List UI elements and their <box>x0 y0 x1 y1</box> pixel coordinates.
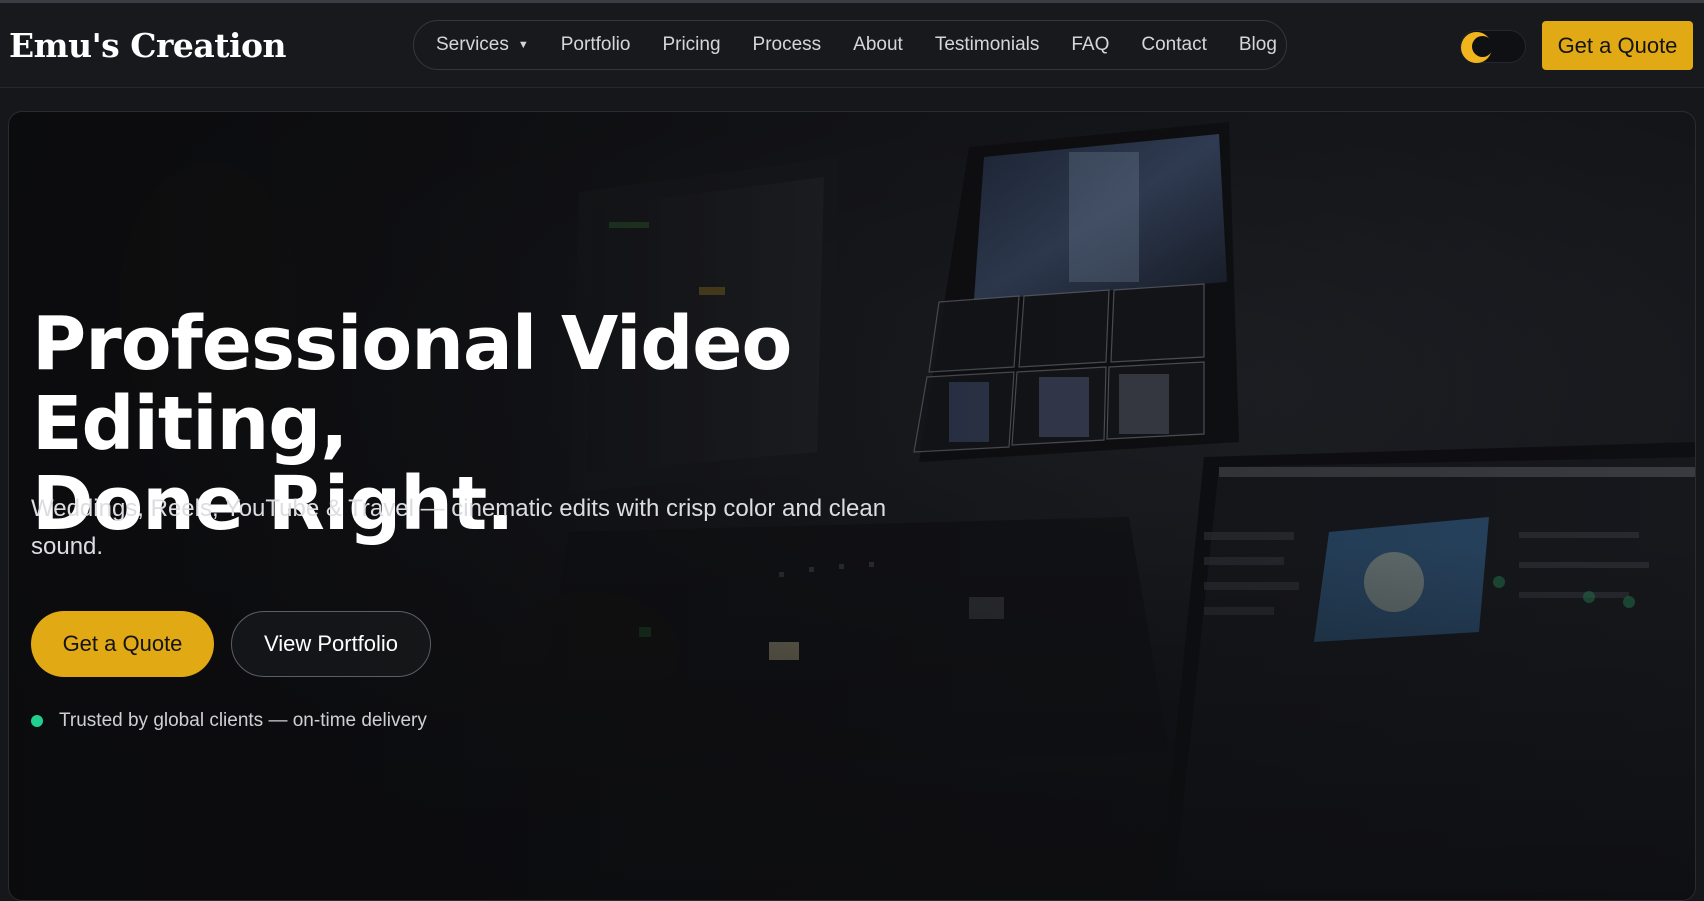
nav-item-testimonials[interactable]: Testimonials <box>935 34 1040 56</box>
view-portfolio-button[interactable]: View Portfolio <box>231 611 431 677</box>
nav-item-process[interactable]: Process <box>753 34 822 56</box>
header-get-quote-button[interactable]: Get a Quote <box>1542 21 1693 70</box>
hero-get-quote-button[interactable]: Get a Quote <box>31 611 214 677</box>
nav-item-portfolio[interactable]: Portfolio <box>561 34 631 56</box>
trust-text: Trusted by global clients — on-time deli… <box>59 710 427 731</box>
caret-down-icon: ▼ <box>517 39 529 51</box>
nav-item-contact[interactable]: Contact <box>1141 34 1206 56</box>
trust-indicator: Trusted by global clients — on-time deli… <box>31 710 427 732</box>
nav-item-pricing[interactable]: Pricing <box>662 34 720 56</box>
status-dot-icon <box>31 715 43 727</box>
moon-icon <box>1461 32 1493 63</box>
hero-section: Professional Video Editing, Done Right. … <box>8 111 1696 901</box>
nav-item-services[interactable]: Services ▼ <box>436 34 529 56</box>
nav-item-label: Services <box>436 34 509 55</box>
brand-logo[interactable]: Emu's Creation <box>9 26 287 65</box>
theme-toggle[interactable] <box>1460 30 1526 63</box>
site-header: Emu's Creation Services ▼ Portfolio Pric… <box>0 3 1704 88</box>
nav-item-faq[interactable]: FAQ <box>1071 34 1109 56</box>
nav-item-blog[interactable]: Blog <box>1239 34 1277 56</box>
nav-item-about[interactable]: About <box>853 34 903 56</box>
hero-subheadline: Weddings, Reels, YouTube & Travel — cine… <box>31 495 887 560</box>
hero-headline-line-1: Professional Video Editing, <box>32 301 792 467</box>
main-nav: Services ▼ Portfolio Pricing Process Abo… <box>413 20 1287 70</box>
